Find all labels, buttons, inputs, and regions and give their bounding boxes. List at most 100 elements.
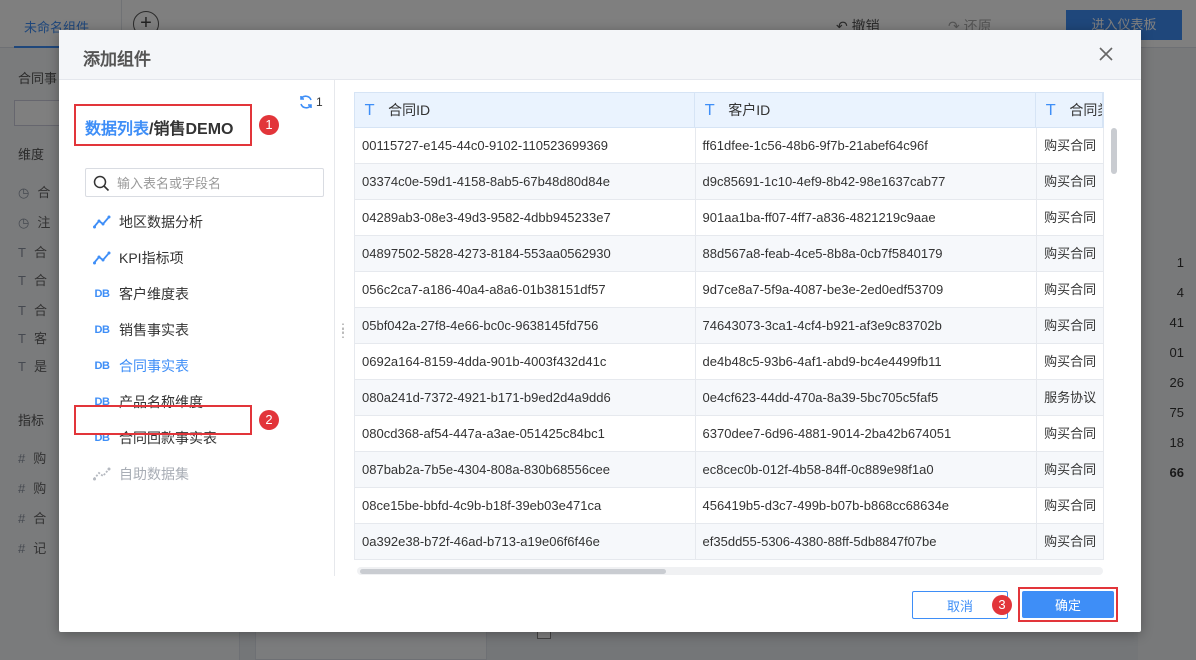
table-cell: 0a392e38-b72f-46ad-b713-a19e06f6f46e <box>355 524 696 559</box>
add-component-dialog: 添加组件 数据列表/销售DEMO 1 1 地区数据分析 KPI指标项 <box>59 30 1141 632</box>
table-cell: 03374c0e-59d1-4158-8ab5-67b48d80d84e <box>355 164 696 199</box>
table-cell: 901aa1ba-ff07-4ff7-a836-4821219c9aae <box>696 200 1038 235</box>
text-type-icon: T <box>365 101 375 119</box>
table-search[interactable] <box>85 168 324 197</box>
db-table-icon: DB <box>94 360 110 372</box>
table-cell: 0692a164-8159-4dda-901b-4003f432d41c <box>355 344 696 379</box>
table-cell: d9c85691-1c10-4ef9-8b42-98e1637cab77 <box>696 164 1038 199</box>
table-cell: 购买合同 <box>1037 308 1104 343</box>
pane-resize-handle[interactable]: ⋮ ⋮ <box>337 322 350 339</box>
table-cell: 9d7ce8a7-5f9a-4087-be3e-2ed0edf53709 <box>696 272 1038 307</box>
refresh-button[interactable]: 1 <box>298 94 323 110</box>
refresh-count: 1 <box>316 95 323 109</box>
table-row: 080cd368-af54-447a-a3ae-051425c84bc1 6370… <box>354 416 1104 452</box>
table-item-region-analysis[interactable]: 地区数据分析 <box>85 204 325 240</box>
confirm-button[interactable]: 确定 <box>1022 591 1114 618</box>
grid-header: T合同ID T客户ID T合同类 <box>354 92 1104 128</box>
breadcrumb-highlight: 数据列表/销售DEMO <box>74 104 252 146</box>
grid-body: 00115727-e145-44c0-9102-110523699369 ff61… <box>354 128 1104 560</box>
table-item-sales-fact[interactable]: DB 销售事实表 <box>85 312 325 348</box>
table-cell: 056c2ca7-a186-40a4-a8a6-01b38151df57 <box>355 272 696 307</box>
step-badge-3: 3 <box>992 595 1012 615</box>
table-row: 0692a164-8159-4dda-901b-4003f432d41c de4b… <box>354 344 1104 380</box>
table-cell: 0e4cf623-44dd-470a-8a39-5bc705c5faf5 <box>696 380 1038 415</box>
table-item-label: KPI指标项 <box>119 250 184 266</box>
table-cell: 购买合同 <box>1037 452 1104 487</box>
table-cell: 04897502-5828-4273-8184-553aa0562930 <box>355 236 696 271</box>
table-cell: 购买合同 <box>1037 200 1104 235</box>
table-cell: 88d567a8-feab-4ce5-8b8a-0cb7f5840179 <box>696 236 1038 271</box>
text-type-icon: T <box>705 101 715 119</box>
table-row: 04897502-5828-4273-8184-553aa0562930 88d5… <box>354 236 1104 272</box>
table-cell: 080cd368-af54-447a-a3ae-051425c84bc1 <box>355 416 696 451</box>
table-cell: ec8cec0b-012f-4b58-84ff-0c889e98f1a0 <box>696 452 1038 487</box>
table-item-self-dataset[interactable]: 自助数据集 <box>85 456 325 492</box>
breadcrumb-root-link[interactable]: 数据列表 <box>85 121 149 138</box>
data-preview-grid: T合同ID T客户ID T合同类 00115727-e145-44c0-9102… <box>354 92 1104 576</box>
vertical-scroll-thumb[interactable] <box>1111 128 1117 174</box>
column-header[interactable]: T 客户ID <box>695 93 1037 127</box>
table-row: 056c2ca7-a186-40a4-a8a6-01b38151df57 9d7c… <box>354 272 1104 308</box>
table-row: 05bf042a-27f8-4e66-bc0c-9638145fd756 7464… <box>354 308 1104 344</box>
table-browser: 数据列表/销售DEMO 1 1 地区数据分析 KPI指标项 DB 客户维度表 <box>59 80 335 576</box>
table-row: 087bab2a-7b5e-4304-808a-830b68556cee ec8c… <box>354 452 1104 488</box>
table-cell: 购买合同 <box>1037 524 1104 559</box>
table-item-label: 销售事实表 <box>119 322 189 338</box>
table-cell: 服务协议 <box>1037 380 1104 415</box>
table-cell: 04289ab3-08e3-49d3-9582-4dbb945233e7 <box>355 200 696 235</box>
table-cell: 购买合同 <box>1037 164 1104 199</box>
table-row: 0a392e38-b72f-46ad-b713-a19e06f6f46e ef35… <box>354 524 1104 560</box>
table-cell: 购买合同 <box>1037 236 1104 271</box>
table-cell: 08ce15be-bbfd-4c9b-b18f-39eb03e471ca <box>355 488 696 523</box>
analysis-icon <box>93 251 111 265</box>
analysis-icon <box>93 215 111 229</box>
db-table-icon: DB <box>94 288 110 300</box>
table-item-label: 合同事实表 <box>119 358 189 374</box>
self-dataset-icon <box>93 467 111 481</box>
table-cell: 00115727-e145-44c0-9102-110523699369 <box>355 128 696 163</box>
vertical-scrollbar[interactable] <box>1110 122 1118 570</box>
table-cell: 购买合同 <box>1037 344 1104 379</box>
table-item-label: 自助数据集 <box>119 466 189 482</box>
table-item-label: 地区数据分析 <box>119 214 203 230</box>
table-search-input[interactable] <box>117 173 313 193</box>
db-table-icon: DB <box>94 324 110 336</box>
table-cell: ff61dfee-1c56-48b6-9f7b-21abef64c96f <box>696 128 1038 163</box>
table-cell: 购买合同 <box>1037 128 1104 163</box>
table-row: 08ce15be-bbfd-4c9b-b18f-39eb03e471ca 4564… <box>354 488 1104 524</box>
table-cell: 购买合同 <box>1037 488 1104 523</box>
table-cell: ef35dd55-5306-4380-88ff-5db8847f07be <box>696 524 1038 559</box>
table-row: 03374c0e-59d1-4158-8ab5-67b48d80d84e d9c8… <box>354 164 1104 200</box>
refresh-icon <box>300 95 312 109</box>
table-cell: 087bab2a-7b5e-4304-808a-830b68556cee <box>355 452 696 487</box>
table-cell: de4b48c5-93b6-4af1-abd9-bc4e4499fb11 <box>696 344 1038 379</box>
column-header[interactable]: T合同类 <box>1036 93 1103 127</box>
table-row: 00115727-e145-44c0-9102-110523699369 ff61… <box>354 128 1104 164</box>
text-type-icon: T <box>1046 101 1056 119</box>
table-cell: 456419b5-d3c7-499b-b07b-b868cc68634e <box>696 488 1038 523</box>
step-badge-2: 2 <box>259 410 279 430</box>
table-item-label: 客户维度表 <box>119 286 189 302</box>
table-cell: 05bf042a-27f8-4e66-bc0c-9638145fd756 <box>355 308 696 343</box>
table-item-contract-fact[interactable]: DB 合同事实表 <box>85 348 325 384</box>
table-cell: 购买合同 <box>1037 272 1104 307</box>
table-cell: 080a241d-7372-4921-b171-b9ed2d4a9dd6 <box>355 380 696 415</box>
table-list: 地区数据分析 KPI指标项 DB 客户维度表 DB 销售事实表 DB 合同事实表… <box>85 204 325 492</box>
step-badge-1: 1 <box>259 115 279 135</box>
selection-highlight <box>74 405 252 435</box>
search-icon <box>93 175 110 192</box>
table-item-kpi[interactable]: KPI指标项 <box>85 240 325 276</box>
breadcrumb-current: 销售DEMO <box>153 121 234 138</box>
table-cell: 74643073-3ca1-4cf4-b921-af3e9c83702b <box>696 308 1038 343</box>
column-header[interactable]: T 合同ID <box>355 93 696 127</box>
table-item-customer-dimension[interactable]: DB 客户维度表 <box>85 276 325 312</box>
table-row: 04289ab3-08e3-49d3-9582-4dbb945233e7 901a… <box>354 200 1104 236</box>
table-cell: 6370dee7-6d96-4881-9014-2ba42b674051 <box>696 416 1038 451</box>
close-icon[interactable] <box>1097 45 1115 63</box>
breadcrumb: 数据列表/销售DEMO <box>85 115 233 139</box>
dialog-header: 添加组件 <box>59 30 1141 80</box>
table-cell: 购买合同 <box>1037 416 1104 451</box>
table-row: 080a241d-7372-4921-b171-b9ed2d4a9dd6 0e4c… <box>354 380 1104 416</box>
dialog-title: 添加组件 <box>83 50 151 69</box>
horizontal-scroll-thumb[interactable] <box>360 569 666 574</box>
